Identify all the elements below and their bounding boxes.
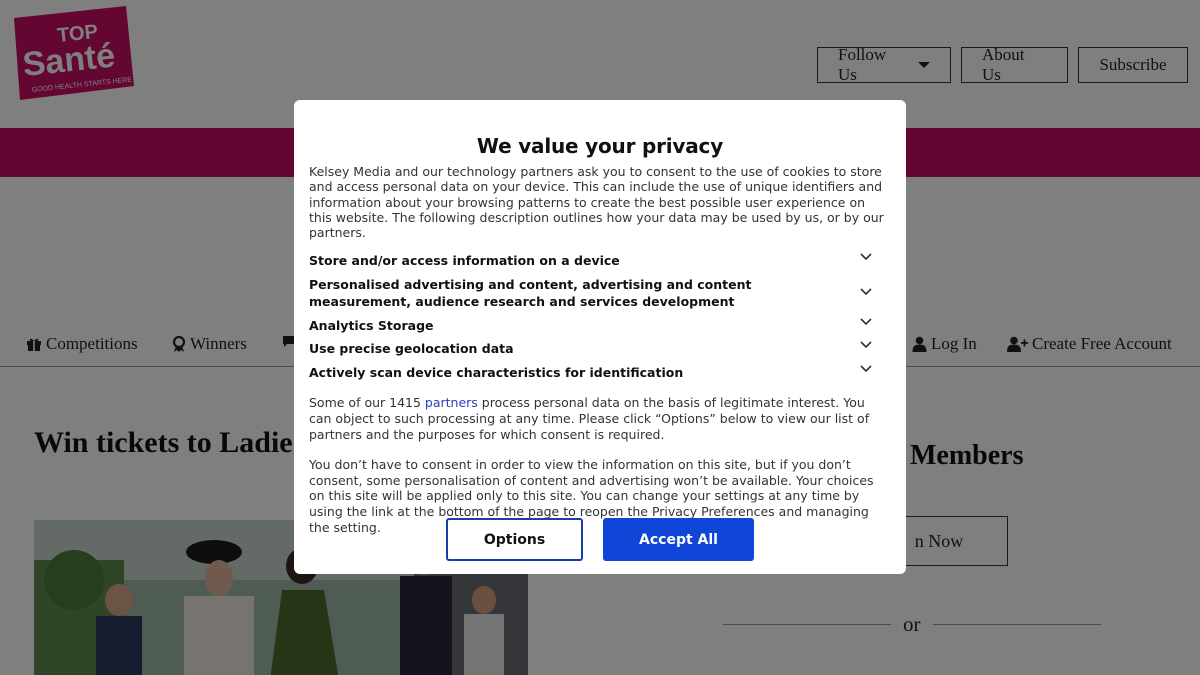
accept-all-button[interactable]: Accept All <box>603 518 754 561</box>
purpose-item-device-scan[interactable]: Actively scan device characteristics for… <box>309 364 891 382</box>
purpose-label: Store and/or access information on a dev… <box>309 253 620 269</box>
privacy-intro-text: Kelsey Media and our technology partners… <box>309 164 884 241</box>
legit-prefix: Some of our 1415 <box>309 395 425 411</box>
purpose-label: Analytics Storage <box>309 317 434 333</box>
purpose-label: Actively scan device characteristics for… <box>309 364 684 380</box>
purpose-item-geolocation[interactable]: Use precise geolocation data <box>309 340 891 358</box>
privacy-dialog-title: We value your privacy <box>476 134 724 158</box>
purpose-label: Personalised advertising and content, ad… <box>309 276 752 310</box>
chevron-down-icon[interactable] <box>859 337 873 351</box>
chevron-down-icon[interactable] <box>859 249 873 263</box>
partners-link[interactable]: partners <box>425 395 478 410</box>
purpose-item-personalised-advertising[interactable]: Personalised advertising and content, ad… <box>309 276 891 311</box>
chevron-down-icon[interactable] <box>859 361 873 375</box>
dialog-actions: Options Accept All <box>294 518 906 561</box>
purpose-item-analytics-storage[interactable]: Analytics Storage <box>309 317 891 335</box>
privacy-consent-dialog: We value your privacy Kelsey Media and o… <box>294 100 906 574</box>
purpose-label: Use precise geolocation data <box>309 341 514 357</box>
purposes-list: Store and/or access information on a dev… <box>309 252 891 381</box>
legitimate-interest-text: Some of our 1415 partners process person… <box>309 395 891 442</box>
chevron-down-icon[interactable] <box>859 284 873 298</box>
options-button[interactable]: Options <box>446 518 583 561</box>
chevron-down-icon[interactable] <box>859 314 873 328</box>
purpose-item-device-storage[interactable]: Store and/or access information on a dev… <box>309 252 891 270</box>
